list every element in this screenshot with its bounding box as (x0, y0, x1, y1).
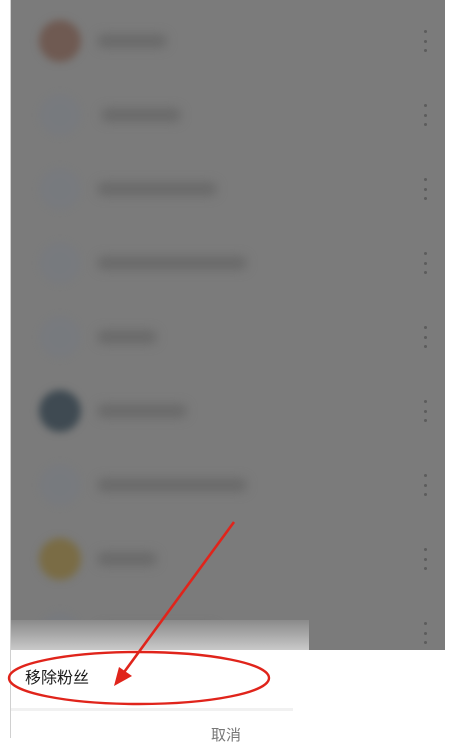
dot (423, 261, 427, 265)
avatar (39, 390, 81, 432)
dot (423, 567, 427, 570)
avatar (39, 168, 81, 210)
more-options-icon[interactable] (419, 104, 431, 126)
dot (423, 631, 427, 635)
avatar (39, 94, 81, 136)
blurred-username (97, 182, 217, 196)
more-options-icon[interactable] (419, 178, 431, 200)
follower-row[interactable] (11, 522, 445, 596)
dot (423, 474, 427, 477)
avatar (39, 464, 81, 506)
dot (423, 252, 427, 255)
dot (423, 548, 427, 551)
more-options-icon[interactable] (419, 548, 431, 570)
dot (423, 113, 427, 117)
avatar (39, 316, 81, 358)
follower-row[interactable] (11, 374, 445, 448)
left-edge-border (0, 0, 11, 738)
dot (423, 493, 427, 496)
avatar (39, 538, 81, 580)
blurred-username (97, 552, 157, 566)
dot (423, 483, 427, 487)
avatar (39, 242, 81, 284)
remove-fan-option[interactable]: 移除粉丝 (11, 654, 445, 698)
follower-row[interactable] (11, 448, 445, 522)
cancel-button[interactable]: 取消 (186, 724, 266, 752)
dot (423, 104, 427, 107)
follower-row[interactable] (11, 4, 445, 78)
blurred-username (97, 330, 157, 344)
right-edge-border (445, 0, 459, 738)
follower-row[interactable] (11, 300, 445, 374)
dot (423, 335, 427, 339)
follower-row[interactable] (11, 152, 445, 226)
dot (423, 187, 427, 191)
dot (423, 419, 427, 422)
more-options-icon[interactable] (419, 622, 431, 644)
dot (423, 49, 427, 52)
list-fade-strip (11, 620, 309, 650)
dot (423, 345, 427, 348)
dot (423, 178, 427, 181)
dot (423, 641, 427, 644)
dot (423, 326, 427, 329)
more-options-icon[interactable] (419, 30, 431, 52)
avatar (39, 20, 81, 62)
follower-row[interactable] (11, 226, 445, 300)
blurred-username (97, 478, 247, 492)
more-options-icon[interactable] (419, 474, 431, 496)
more-options-icon[interactable] (419, 400, 431, 422)
dot (423, 409, 427, 413)
dot (423, 622, 427, 625)
blurred-username (97, 404, 187, 418)
dot (423, 557, 427, 561)
remove-fan-label: 移除粉丝 (25, 670, 90, 687)
dot (423, 123, 427, 126)
more-options-icon[interactable] (419, 326, 431, 348)
blurred-username (97, 256, 247, 270)
blurred-username (97, 34, 167, 48)
dot (423, 400, 427, 403)
dot (423, 197, 427, 200)
blurred-username (101, 108, 181, 122)
follower-row[interactable] (11, 78, 445, 152)
more-options-icon[interactable] (419, 252, 431, 274)
followers-list (11, 0, 445, 650)
dot (423, 39, 427, 43)
action-sheet-divider (11, 708, 293, 711)
dot (423, 30, 427, 33)
dot (423, 271, 427, 274)
